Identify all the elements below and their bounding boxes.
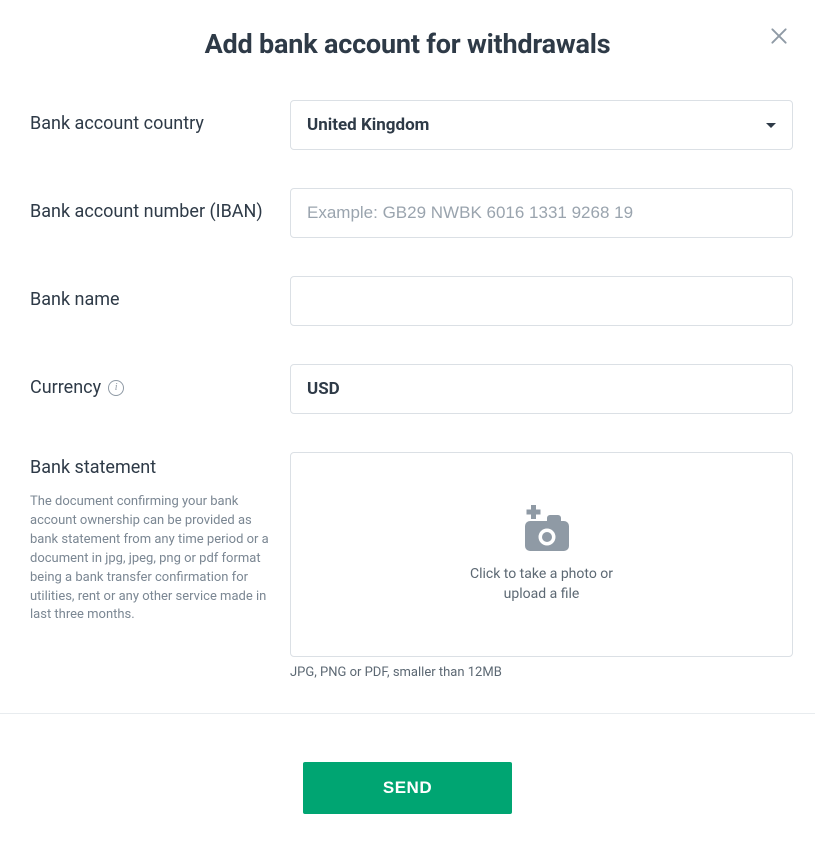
send-button[interactable]: SEND bbox=[303, 762, 512, 814]
iban-row: Bank account number (IBAN) bbox=[30, 188, 793, 238]
country-select[interactable]: United Kingdom bbox=[290, 100, 793, 150]
close-button[interactable] bbox=[767, 24, 791, 48]
upload-text: Click to take a photo or upload a file bbox=[470, 565, 613, 604]
country-row: Bank account country United Kingdom bbox=[30, 100, 793, 150]
bank-name-input[interactable] bbox=[290, 276, 793, 326]
upload-text-line2: upload a file bbox=[470, 585, 613, 605]
statement-help-text: The document confirming your bank accoun… bbox=[30, 493, 280, 625]
upload-text-line1: Click to take a photo or bbox=[470, 565, 613, 585]
iban-label: Bank account number (IBAN) bbox=[30, 200, 290, 223]
iban-input[interactable] bbox=[290, 188, 793, 238]
camera-plus-icon bbox=[517, 505, 567, 547]
form-body: Bank account country United Kingdom Bank… bbox=[0, 70, 815, 713]
currency-value: USD bbox=[307, 379, 340, 399]
modal-header: Add bank account for withdrawals bbox=[0, 0, 815, 70]
upload-dropzone[interactable]: Click to take a photo or upload a file bbox=[290, 452, 793, 657]
modal-footer: SEND bbox=[0, 713, 815, 862]
currency-label: Currency bbox=[30, 376, 101, 399]
currency-row: Currency i USD bbox=[30, 364, 793, 414]
upload-hint: JPG, PNG or PDF, smaller than 12MB bbox=[290, 665, 793, 680]
bank-name-label: Bank name bbox=[30, 288, 290, 311]
statement-label: Bank statement bbox=[30, 456, 290, 479]
bank-name-row: Bank name bbox=[30, 276, 793, 326]
country-label: Bank account country bbox=[30, 112, 290, 135]
statement-row: Bank statement The document confirming y… bbox=[30, 452, 793, 680]
chevron-down-icon bbox=[766, 123, 776, 128]
currency-label-wrap: Currency i bbox=[30, 376, 124, 399]
country-value: United Kingdom bbox=[307, 115, 429, 135]
close-icon bbox=[769, 26, 789, 46]
add-bank-account-modal: Add bank account for withdrawals Bank ac… bbox=[0, 0, 815, 862]
modal-title: Add bank account for withdrawals bbox=[30, 28, 785, 60]
currency-select[interactable]: USD bbox=[290, 364, 793, 414]
info-icon[interactable]: i bbox=[108, 380, 124, 396]
